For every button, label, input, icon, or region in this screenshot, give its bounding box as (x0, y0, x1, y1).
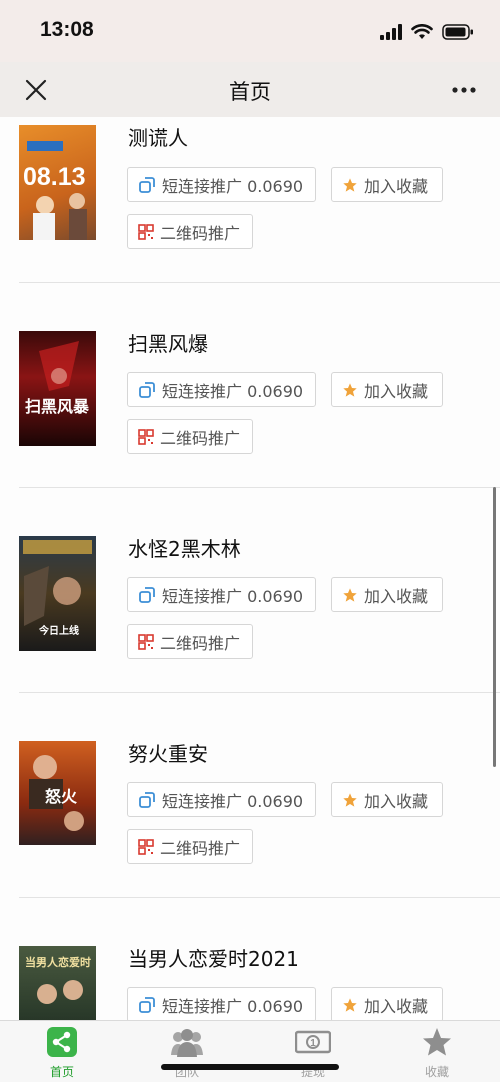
tab-label: 首页 (49, 1065, 74, 1079)
qr-code-icon (138, 838, 154, 855)
poster-text: 08.13 (23, 163, 86, 191)
signal-icon (380, 24, 402, 40)
qr-promo-label: 二维码推广 (160, 428, 241, 448)
short-link-label: 短连接推广 0.0690 (162, 381, 304, 401)
battery-icon (442, 24, 473, 40)
tab-team[interactable]: 团队 (147, 1027, 227, 1080)
short-link-promo-button[interactable]: 短连接推广 0.0690 (127, 782, 316, 817)
movie-list[interactable]: 08.13 测谎人 短连接推广 0.0690 加入收藏 二维码推广 扫黑风暴 扫… (0, 117, 500, 1020)
star-icon (343, 997, 357, 1012)
share-icon (47, 1027, 77, 1057)
link-icon (139, 791, 155, 808)
link-icon (139, 586, 155, 603)
short-link-label: 短连接推广 0.0690 (162, 586, 304, 606)
tab-favorites[interactable]: 收藏 (397, 1027, 477, 1080)
movie-poster[interactable]: 当男人恋爱时 (19, 946, 96, 1020)
qr-promo-button[interactable]: 二维码推广 (127, 829, 253, 864)
add-favorite-label: 加入收藏 (364, 586, 429, 606)
movie-poster[interactable]: 扫黑风暴 (19, 331, 96, 446)
status-icons (380, 22, 474, 42)
movie-title: 水怪2黑木林 (128, 537, 241, 561)
add-favorite-button[interactable]: 加入收藏 (331, 782, 443, 817)
team-icon (171, 1029, 203, 1057)
qr-promo-label: 二维码推广 (160, 838, 241, 858)
movie-title: 当男人恋爱时2021 (128, 947, 299, 971)
status-bar: 13:08 (0, 0, 500, 62)
movie-poster[interactable]: 08.13 (19, 125, 96, 240)
short-link-promo-button[interactable]: 短连接推广 0.0690 (127, 372, 316, 407)
movie-title: 扫黑风爆 (128, 332, 208, 356)
qr-promo-button[interactable]: 二维码推广 (127, 419, 253, 454)
add-favorite-label: 加入收藏 (364, 791, 429, 811)
add-favorite-label: 加入收藏 (364, 381, 429, 401)
add-favorite-button[interactable]: 加入收藏 (331, 987, 443, 1020)
short-link-label: 短连接推广 0.0690 (162, 176, 304, 196)
poster-text: 今日上线 (39, 626, 79, 637)
add-favorite-label: 加入收藏 (364, 176, 429, 196)
short-link-label: 短连接推广 0.0690 (162, 996, 304, 1016)
poster-text: 怒火 (45, 789, 78, 806)
tab-label: 收藏 (424, 1065, 449, 1079)
list-item[interactable]: 08.13 测谎人 短连接推广 0.0690 加入收藏 二维码推广 (0, 117, 500, 283)
short-link-promo-button[interactable]: 短连接推广 0.0690 (127, 167, 316, 202)
home-indicator (161, 1064, 339, 1070)
poster-text: 扫黑风暴 (25, 399, 90, 416)
nav-bar: 首页 (0, 62, 500, 117)
add-favorite-button[interactable]: 加入收藏 (331, 167, 443, 202)
link-icon (139, 176, 155, 193)
movie-poster[interactable]: 怒火 (19, 741, 96, 845)
movie-title: 测谎人 (128, 126, 188, 150)
svg-text:1: 1 (310, 1038, 316, 1049)
page-title: 首页 (229, 80, 271, 104)
star-icon (423, 1028, 451, 1056)
short-link-promo-button[interactable]: 短连接推广 0.0690 (127, 577, 316, 612)
list-item[interactable]: 今日上线 水怪2黑木林 短连接推广 0.0690 加入收藏 二维码推广 (0, 488, 500, 693)
wifi-icon (411, 24, 433, 39)
poster-text: 当男人恋爱时 (25, 957, 91, 969)
cash-icon: 1 (295, 1030, 331, 1054)
tab-withdraw[interactable]: 1 提现 (273, 1027, 353, 1080)
star-icon (343, 587, 357, 602)
short-link-promo-button[interactable]: 短连接推广 0.0690 (127, 987, 316, 1020)
list-item[interactable]: 当男人恋爱时 当男人恋爱时2021 短连接推广 0.0690 加入收藏 (0, 898, 500, 1020)
list-item[interactable]: 怒火 努火重安 短连接推广 0.0690 加入收藏 二维码推广 (0, 693, 500, 898)
poster-art (39, 341, 79, 391)
add-favorite-button[interactable]: 加入收藏 (331, 372, 443, 407)
qr-code-icon (138, 223, 154, 240)
star-icon (343, 382, 357, 397)
list-item[interactable]: 扫黑风暴 扫黑风爆 短连接推广 0.0690 加入收藏 二维码推广 (0, 283, 500, 488)
star-icon (343, 792, 357, 807)
tab-home[interactable]: 首页 (22, 1027, 102, 1080)
qr-promo-button[interactable]: 二维码推广 (127, 624, 253, 659)
qr-code-icon (138, 428, 154, 445)
qr-promo-button[interactable]: 二维码推广 (127, 214, 253, 249)
short-link-label: 短连接推广 0.0690 (162, 791, 304, 811)
add-favorite-button[interactable]: 加入收藏 (331, 577, 443, 612)
link-icon (139, 381, 155, 398)
qr-code-icon (138, 633, 154, 650)
qr-promo-label: 二维码推广 (160, 633, 241, 653)
movie-title: 努火重安 (128, 742, 208, 766)
scrollbar[interactable] (493, 487, 496, 767)
tab-bar: 首页 团队 1 提现 收藏 (0, 1020, 500, 1082)
status-time: 13:08 (40, 18, 94, 41)
more-icon[interactable] (450, 76, 478, 104)
add-favorite-label: 加入收藏 (364, 996, 429, 1016)
qr-promo-label: 二维码推广 (160, 223, 241, 243)
movie-poster[interactable]: 今日上线 (19, 536, 96, 651)
star-icon (343, 177, 357, 192)
link-icon (139, 996, 155, 1013)
